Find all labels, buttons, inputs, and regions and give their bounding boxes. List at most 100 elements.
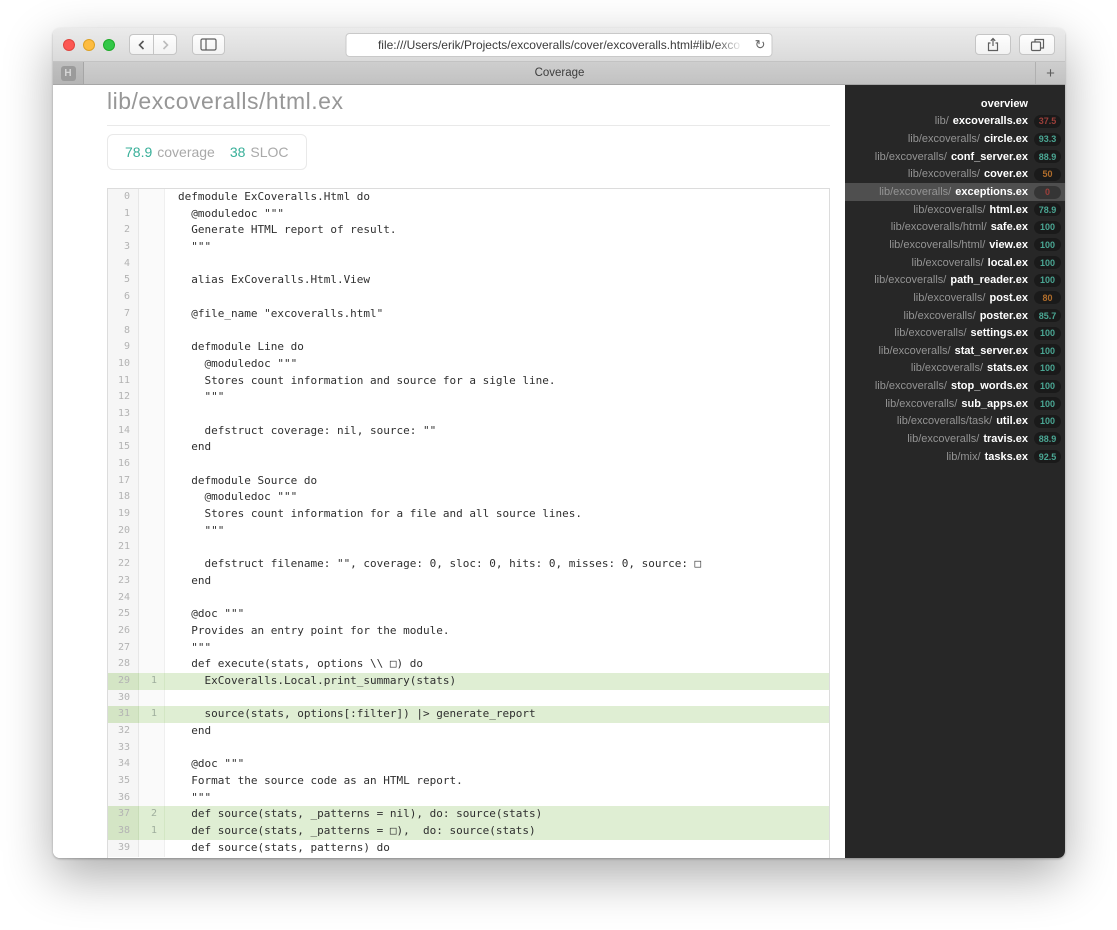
line-source: ExCoveralls.Local.print_summary(stats) — [165, 672, 829, 690]
file-name: conf_server.ex — [950, 150, 1028, 163]
show-tabs-button[interactable] — [1019, 34, 1055, 55]
sidebar-item-overview[interactable]: overview — [845, 95, 1065, 113]
tabs-icon — [1030, 38, 1044, 51]
line-number: 18 — [108, 489, 139, 507]
sidebar-file-link[interactable]: lib/ excoveralls.ex 37.5 — [845, 113, 1065, 131]
line-number: 38 — [108, 823, 139, 840]
line-number: 32 — [108, 723, 139, 740]
sidebar-file-link[interactable]: lib/excoveralls/html/ safe.ex 100 — [845, 218, 1065, 236]
line-hit-count — [139, 606, 165, 623]
line-number: 37 — [108, 806, 139, 824]
sidebar-file-link[interactable]: lib/excoveralls/ stats.ex 100 — [845, 360, 1065, 378]
code-line: 5 alias ExCoveralls.Html.View — [108, 272, 829, 290]
line-number: 9 — [108, 339, 139, 356]
line-source: @moduledoc """ — [178, 490, 298, 504]
share-button[interactable] — [975, 34, 1011, 55]
sidebar-toggle-button[interactable] — [192, 34, 225, 55]
line-number: 25 — [108, 606, 139, 623]
sloc-label: SLOC — [250, 144, 289, 160]
line-number: 0 — [108, 189, 139, 206]
sidebar-file-link[interactable]: lib/excoveralls/ settings.ex 100 — [845, 324, 1065, 342]
line-source: end — [178, 440, 212, 454]
line-number: 19 — [108, 506, 139, 523]
tab-title: Coverage — [534, 67, 585, 79]
pinned-tab[interactable]: H — [53, 62, 84, 84]
code-line: 38 1 def source(stats, _patterns = □), d… — [108, 823, 829, 840]
line-hit-count — [139, 589, 165, 607]
file-sidebar: overview lib/ excoveralls.ex 37.5 lib/ex… — [845, 85, 1065, 858]
sidebar-file-link[interactable]: lib/excoveralls/ cover.ex 50 — [845, 166, 1065, 184]
code-line: 20 """ — [108, 522, 829, 540]
line-hit-count — [139, 639, 165, 657]
file-path-prefix: lib/excoveralls/ — [913, 203, 986, 216]
sidebar-file-link[interactable]: lib/excoveralls/ travis.ex 88.9 — [845, 430, 1065, 448]
close-window-button[interactable] — [63, 38, 75, 51]
code-line: 1 @moduledoc """ — [108, 205, 829, 223]
line-hit-count — [139, 689, 165, 707]
sidebar-file-link[interactable]: lib/excoveralls/ exceptions.ex 0 — [845, 183, 1065, 201]
reload-icon[interactable]: ↻ — [755, 37, 766, 53]
sidebar-file-link[interactable]: lib/excoveralls/ stat_server.ex 100 — [845, 342, 1065, 360]
line-number: 12 — [108, 389, 139, 406]
sidebar-file-link[interactable]: lib/excoveralls/ circle.ex 93.3 — [845, 130, 1065, 148]
sidebar-file-link[interactable]: lib/excoveralls/ sub_apps.ex 100 — [845, 395, 1065, 413]
code-line: 2 Generate HTML report of result. — [108, 222, 829, 240]
back-button[interactable] — [129, 34, 153, 55]
overview-label: overview — [980, 97, 1028, 110]
code-line: 19 Stores count information for a file a… — [108, 506, 829, 523]
code-line: 18 @moduledoc """ — [108, 489, 829, 507]
line-source: end — [178, 573, 212, 587]
sidebar-file-link[interactable]: lib/excoveralls/ stop_words.ex 100 — [845, 377, 1065, 395]
forward-button[interactable] — [153, 34, 177, 55]
line-number: 13 — [108, 405, 139, 423]
tab-coverage[interactable]: Coverage — [84, 62, 1035, 84]
tab-bar: H Coverage + — [53, 62, 1065, 85]
sidebar-file-link[interactable]: lib/excoveralls/ conf_server.ex 88.9 — [845, 148, 1065, 166]
code-line: 15 end — [108, 439, 829, 456]
sidebar-file-link[interactable]: lib/excoveralls/ local.ex 100 — [845, 254, 1065, 272]
file-name: travis.ex — [983, 432, 1028, 445]
line-number: 36 — [108, 789, 139, 807]
sidebar-file-link[interactable]: lib/excoveralls/ html.ex 78.9 — [845, 201, 1065, 219]
sidebar-file-link[interactable]: lib/excoveralls/html/ view.ex 100 — [845, 236, 1065, 254]
code-line: 30 — [108, 689, 829, 707]
line-hit-count — [139, 205, 165, 223]
code-line: 29 1 ExCoveralls.Local.print_summary(sta… — [108, 672, 829, 690]
file-path-prefix: lib/excoveralls/task/ — [896, 415, 993, 428]
address-bar[interactable]: file:///Users/erik/Projects/excoveralls/… — [345, 33, 773, 57]
line-hit-count — [139, 756, 165, 774]
sidebar-icon — [200, 38, 217, 51]
file-name: util.ex — [996, 415, 1028, 428]
sidebar-file-link[interactable]: lib/excoveralls/ poster.ex 85.7 — [845, 307, 1065, 325]
code-line: 11 Stores count information and source f… — [108, 372, 829, 390]
line-number: 23 — [108, 572, 139, 590]
file-name: excoveralls.ex — [952, 115, 1028, 128]
file-path-prefix: lib/excoveralls/ — [903, 309, 976, 322]
line-source — [165, 690, 829, 707]
sidebar-file-link[interactable]: lib/excoveralls/ post.ex 80 — [845, 289, 1065, 307]
line-number: 17 — [108, 472, 139, 490]
line-source — [165, 539, 829, 556]
line-source: Provides an entry point for the module. — [178, 623, 450, 637]
sidebar-file-link[interactable]: lib/excoveralls/ path_reader.ex 100 — [845, 271, 1065, 289]
file-path-prefix: lib/excoveralls/ — [879, 186, 952, 199]
sidebar-file-link[interactable]: lib/excoveralls/task/ util.ex 100 — [845, 413, 1065, 431]
minimize-window-button[interactable] — [83, 38, 95, 51]
file-path-prefix: lib/ — [934, 115, 949, 128]
file-name: exceptions.ex — [955, 186, 1028, 199]
line-number: 35 — [108, 773, 139, 790]
line-source: source(stats, options[:filter]) |> gener… — [165, 706, 829, 723]
main-area: lib/excoveralls/html.ex 78.9 coverage 38… — [53, 85, 845, 858]
line-number: 39 — [108, 839, 139, 857]
file-path-prefix: lib/excoveralls/html/ — [890, 221, 987, 234]
sidebar-file-link[interactable]: lib/mix/ tasks.ex 92.5 — [845, 448, 1065, 466]
code-line: 28 def execute(stats, options \\ □) do — [108, 656, 829, 673]
zoom-window-button[interactable] — [103, 38, 115, 51]
file-path-prefix: lib/excoveralls/ — [874, 274, 947, 287]
url-text: file:///Users/erik/Projects/excoveralls/… — [377, 38, 741, 52]
coverage-summary-badge: 78.9 coverage 38 SLOC — [107, 134, 307, 170]
line-source: @moduledoc """ — [178, 206, 284, 220]
new-tab-button[interactable]: + — [1035, 62, 1065, 84]
line-hit-count — [139, 556, 165, 573]
file-path-prefix: lib/excoveralls/ — [907, 133, 980, 146]
